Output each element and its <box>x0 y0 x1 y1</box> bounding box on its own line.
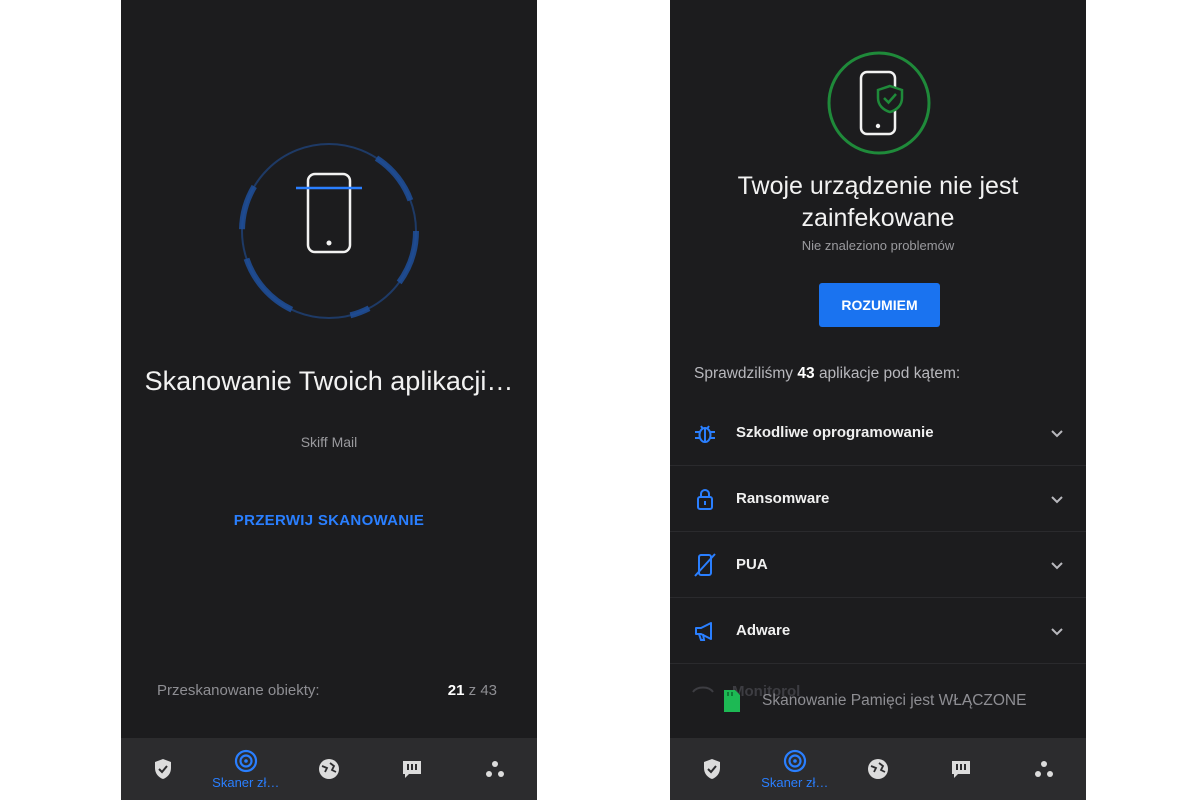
lock-icon <box>697 488 713 510</box>
nav-malware-scanner-label: Skaner zł… <box>761 774 829 790</box>
bug-icon <box>695 424 715 443</box>
nav-alerts[interactable] <box>372 738 452 800</box>
bottom-nav: Skaner zł… <box>121 738 537 800</box>
nav-protection[interactable] <box>123 738 203 800</box>
phone-icon <box>296 172 362 254</box>
category-label: PUA <box>736 556 768 573</box>
nav-more[interactable] <box>455 738 535 800</box>
category-row-pua[interactable]: PUA <box>670 532 1086 598</box>
shield-check-icon <box>703 759 720 779</box>
nav-alerts[interactable] <box>921 738 1001 800</box>
sd-card-icon <box>724 690 740 712</box>
result-title: Twoje urządzenie nie jest zainfekowane <box>737 172 1019 232</box>
nav-malware-scanner[interactable]: Skaner zł… <box>206 738 286 800</box>
category-row-adware[interactable]: Adware <box>670 598 1086 664</box>
category-row-ransomware[interactable]: Ransomware <box>670 466 1086 532</box>
chevron-down-icon <box>1051 495 1063 503</box>
chevron-down-icon <box>1051 561 1063 569</box>
checked-count: 43 <box>797 365 815 382</box>
checked-apps-summary: Sprawdziliśmy 43 aplikacje pod kątem: <box>694 365 960 383</box>
megaphone-icon <box>695 621 712 641</box>
progress-label: Przeskanowane obiekty: <box>157 682 320 699</box>
scanner-icon <box>234 749 257 772</box>
message-alert-icon <box>403 761 422 778</box>
device-protected-badge <box>827 51 931 155</box>
category-label: Ransomware <box>736 490 830 507</box>
scan-progress-ring <box>239 141 419 321</box>
progress-done: 21 <box>447 682 465 699</box>
scan-title: Skanowanie Twoich aplikacji… <box>144 366 514 396</box>
category-row-malware[interactable]: Szkodliwe oprogramowanie <box>670 400 1086 466</box>
checked-prefix: Sprawdziliśmy <box>694 365 794 382</box>
dots-cluster-icon <box>486 761 505 777</box>
progress-total: 43 <box>480 682 497 699</box>
chevron-down-icon <box>1051 627 1063 635</box>
nav-web-protection[interactable] <box>838 738 918 800</box>
globe-icon <box>867 759 888 779</box>
dots-cluster-icon <box>1035 761 1054 777</box>
checked-suffix: aplikacje pod kątem: <box>818 365 961 382</box>
nav-malware-scanner[interactable]: Skaner zł… <box>755 738 835 800</box>
result-subtitle: Nie znaleziono problemów <box>801 238 955 253</box>
category-label: Szkodliwe oprogramowanie <box>736 424 934 441</box>
crossed-phone-icon <box>694 552 716 577</box>
stop-scan-button[interactable]: PRZERWIJ SKANOWANIE <box>121 512 537 529</box>
memory-scan-toast: Skanowanie Pamięci jest WŁĄCZONE <box>722 688 1026 714</box>
scan-result-screen: Twoje urządzenie nie jest zainfekowane N… <box>670 0 1086 800</box>
nav-protection[interactable] <box>672 738 752 800</box>
progress-separator: z <box>468 682 477 699</box>
nav-more[interactable] <box>1004 738 1084 800</box>
chevron-down-icon <box>1051 429 1063 437</box>
phone-shield-icon <box>859 70 904 136</box>
scanner-icon <box>783 749 806 772</box>
globe-icon <box>318 759 339 779</box>
message-alert-icon <box>952 761 971 778</box>
threat-category-list: Szkodliwe oprogramowanie Ransomware PUA <box>670 400 1086 664</box>
current-app-name: Skiff Mail <box>300 434 358 450</box>
shield-check-icon <box>154 759 171 779</box>
progress-count: 21 z 43 <box>448 682 497 699</box>
bottom-nav: Skaner zł… <box>670 738 1086 800</box>
eye-icon <box>692 686 714 693</box>
nav-web-protection[interactable] <box>289 738 369 800</box>
memory-scan-status: Skanowanie Pamięci jest WŁĄCZONE <box>762 692 1027 709</box>
scan-in-progress-screen: Skanowanie Twoich aplikacji… Skiff Mail … <box>121 0 537 800</box>
got-it-button[interactable]: ROZUMIEM <box>819 283 940 327</box>
nav-malware-scanner-label: Skaner zł… <box>212 774 280 790</box>
category-label: Adware <box>736 622 791 639</box>
